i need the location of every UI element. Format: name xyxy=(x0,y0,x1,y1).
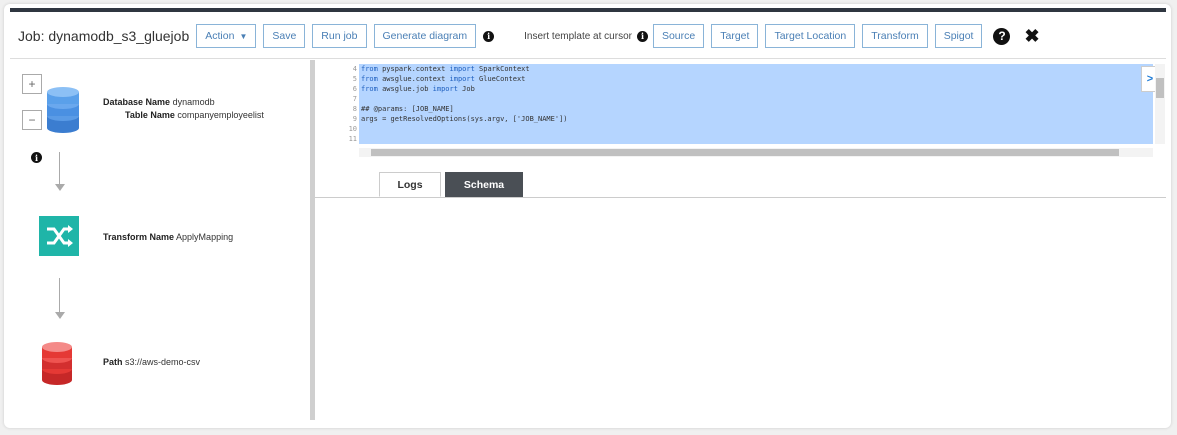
code-text: SparkContext xyxy=(474,65,530,73)
code-line: from awsglue.context import GlueContext xyxy=(359,74,1153,84)
code-keyword: import xyxy=(449,75,475,83)
code-keyword: from xyxy=(361,65,378,73)
line-number: 6 xyxy=(352,85,357,93)
line-number: 4 xyxy=(352,65,357,73)
code-text: ## @params: [JOB_NAME] xyxy=(361,105,454,113)
close-icon[interactable]: ✖ xyxy=(1024,27,1039,45)
source-node-table: Table Name companyemployeelist xyxy=(125,110,264,120)
zoom-out-button[interactable]: − xyxy=(22,110,42,130)
target-location-template-button[interactable]: Target Location xyxy=(765,24,856,48)
code-line: from pyspark.context import SparkContext xyxy=(359,64,1153,74)
toolbar-divider xyxy=(10,58,1166,59)
line-number: 5 xyxy=(352,75,357,83)
line-number: 8 xyxy=(352,105,357,113)
code-selection[interactable]: from pyspark.context import SparkContext… xyxy=(359,64,1153,144)
database-name-value: dynamodb xyxy=(172,97,215,107)
action-dropdown-button[interactable]: Action ▼ xyxy=(196,24,257,48)
vertical-scroll-thumb[interactable] xyxy=(1156,78,1164,98)
line-number: 9 xyxy=(352,115,357,123)
code-keyword: import xyxy=(432,85,458,93)
code-text: GlueContext xyxy=(474,75,526,83)
code-text: Job xyxy=(457,85,475,93)
tab-schema[interactable]: Schema xyxy=(445,172,523,197)
horizontal-scrollbar[interactable] xyxy=(359,148,1153,157)
code-text: pyspark.context xyxy=(377,65,450,73)
code-text: args = getResolvedOptions(sys.argv, ['JO… xyxy=(361,115,568,123)
code-editor[interactable]: 4 5 6 7 8 9 10 11 from pyspark.context i… xyxy=(315,60,1166,165)
target-node: Path s3://aws-demo-csv xyxy=(103,357,200,367)
save-button[interactable]: Save xyxy=(263,24,306,48)
code-keyword: import xyxy=(449,65,475,73)
table-name-key: Table Name xyxy=(125,110,175,120)
source-node-database: Database Name dynamodb xyxy=(103,97,215,107)
code-keyword: from xyxy=(361,85,378,93)
line-number: 7 xyxy=(352,95,357,103)
line-number: 10 xyxy=(348,125,357,133)
spigot-template-button[interactable]: Spigot xyxy=(934,24,983,48)
vertical-scrollbar[interactable] xyxy=(1155,64,1165,144)
transform-node: Transform Name ApplyMapping xyxy=(103,232,233,242)
script-pane: 4 5 6 7 8 9 10 11 from pyspark.context i… xyxy=(315,60,1166,420)
horizontal-scroll-thumb[interactable] xyxy=(371,149,1119,156)
dynamodb-database-icon[interactable] xyxy=(44,84,82,134)
flow-arrow-line-2 xyxy=(59,278,60,314)
s3-bucket-icon[interactable] xyxy=(38,338,76,386)
path-value: s3://aws-demo-csv xyxy=(125,357,201,367)
code-line: from awsglue.job import Job xyxy=(359,84,1153,94)
target-template-button[interactable]: Target xyxy=(711,24,759,48)
help-icon[interactable]: ? xyxy=(993,27,1011,45)
code-line: ## @params: [JOB_NAME] xyxy=(359,104,1153,114)
line-number: 11 xyxy=(348,135,357,143)
output-tabs: Logs Schema xyxy=(315,167,1166,198)
database-name-key: Database Name xyxy=(103,97,171,107)
info-icon[interactable]: i xyxy=(483,30,495,42)
job-title: Job: dynamodb_s3_gluejob xyxy=(18,28,190,44)
code-keyword: from xyxy=(361,75,378,83)
code-text: awsglue.context xyxy=(377,75,450,83)
transform-name-value: ApplyMapping xyxy=(176,232,234,242)
action-label: Action xyxy=(205,30,235,42)
chevron-down-icon: ▼ xyxy=(239,31,248,41)
tab-logs[interactable]: Logs xyxy=(379,172,441,197)
template-info-icon[interactable]: i xyxy=(636,30,648,42)
top-accent-bar xyxy=(10,8,1166,12)
table-name-value: companyemployeelist xyxy=(177,110,264,120)
transform-template-button[interactable]: Transform xyxy=(862,24,928,48)
zoom-in-button[interactable]: + xyxy=(22,74,42,94)
arrow-down-icon xyxy=(55,312,65,319)
run-job-button[interactable]: Run job xyxy=(312,24,367,48)
toolbar: Job: dynamodb_s3_gluejob Action ▼ Save Ru… xyxy=(10,14,1166,58)
transform-name-key: Transform Name xyxy=(103,232,175,242)
arrow-down-icon xyxy=(55,184,65,191)
code-text: awsglue.job xyxy=(377,85,433,93)
source-template-button[interactable]: Source xyxy=(652,24,705,48)
node-info-icon[interactable]: i xyxy=(31,152,42,163)
transform-shuffle-icon[interactable] xyxy=(39,216,79,256)
line-number-gutter: 4 5 6 7 8 9 10 11 xyxy=(315,64,357,144)
diagram-pane: + − Database Name dynamodb Table Name co… xyxy=(10,60,310,420)
generate-diagram-button[interactable]: Generate diagram xyxy=(373,24,477,48)
flow-arrow-line-1 xyxy=(59,152,60,186)
path-key: Path xyxy=(103,357,123,367)
insert-template-label: Insert template at cursor xyxy=(524,30,632,42)
code-line: args = getResolvedOptions(sys.argv, ['JO… xyxy=(359,114,1153,124)
